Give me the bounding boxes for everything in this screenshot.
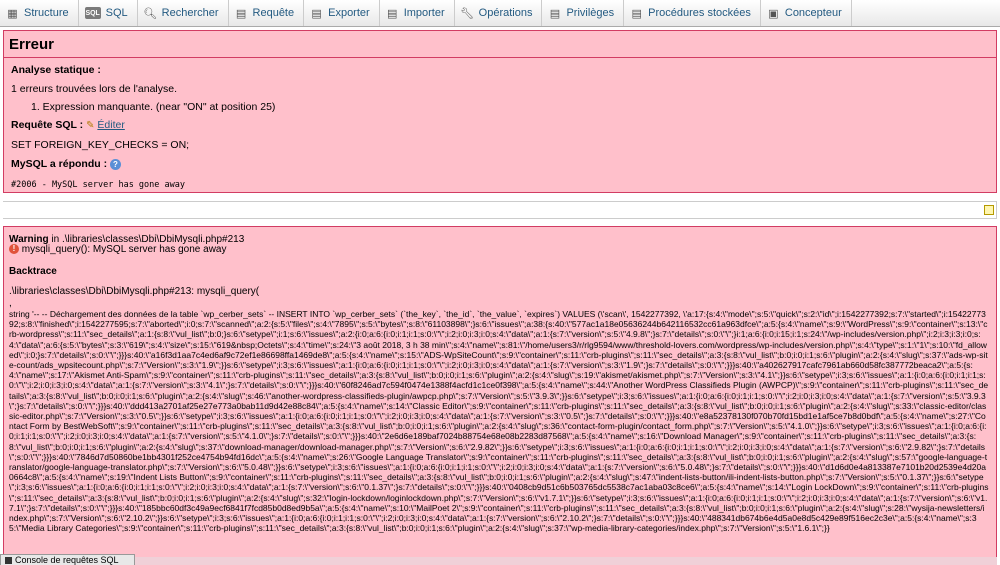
help-icon[interactable]: ? xyxy=(110,158,121,170)
tab-procedures[interactable]: ▤ Procédures stockées xyxy=(624,0,761,26)
tab-label: Importer xyxy=(403,7,445,19)
query-icon: ▤ xyxy=(235,7,247,20)
error-list-item: 1. Expression manquante. (near "ON" at p… xyxy=(31,101,276,113)
mysql-error-code: #2006 - MySQL server has gone away xyxy=(11,180,185,190)
edit-query-link[interactable]: Éditer xyxy=(97,119,124,131)
tab-label: Requête xyxy=(252,7,295,19)
search-icon: 🔍︎ xyxy=(143,7,158,20)
query-edit-strip xyxy=(3,201,997,219)
tab-label: Opérations xyxy=(478,7,533,19)
tab-privileges[interactable]: ▤ Privilèges xyxy=(542,0,625,26)
sql-icon: SQL xyxy=(84,7,101,19)
static-analysis-label: Analyse statique : xyxy=(11,64,101,76)
tab-label: SQL xyxy=(105,7,128,19)
tab-structure[interactable]: ▦ Structure xyxy=(0,0,79,26)
tab-importer[interactable]: ▤ Importer xyxy=(380,0,455,26)
warning-box: Warning in .\libraries\classes\Dbi\DbiMy… xyxy=(3,226,997,565)
note-icon[interactable] xyxy=(984,205,994,215)
table-structure-icon: ▦ xyxy=(7,7,18,20)
mysql-said-row: MySQL a répondu : ? xyxy=(11,158,121,170)
error-icon: ! xyxy=(9,244,19,255)
designer-icon: ▣ xyxy=(768,7,779,20)
tab-requete[interactable]: ▤ Requête xyxy=(229,0,305,26)
pencil-icon: ✎ xyxy=(86,120,95,131)
sql-query-text: SET FOREIGN_KEY_CHECKS = ON; xyxy=(11,139,190,151)
import-icon: ▤ xyxy=(386,7,398,20)
error-box: Erreur Analyse statique : 1 erreurs trou… xyxy=(3,30,997,193)
sql-console-bar[interactable]: Console de requêtes SQL xyxy=(0,554,135,565)
warning-message-row: ! mysqli_query(): MySQL server has gone … xyxy=(9,244,227,255)
routines-icon: ▤ xyxy=(631,7,642,20)
tab-label: Structure xyxy=(24,7,69,19)
mysql-said-label: MySQL a répondu : xyxy=(11,158,108,170)
horizontal-scrollbar[interactable] xyxy=(3,557,997,565)
top-tab-bar: ▦ Structure SQL SQL 🔍︎ Rechercher ▤ Requ… xyxy=(0,0,1000,27)
backtrace-label: Backtrace xyxy=(9,266,57,277)
console-label: Console de requêtes SQL xyxy=(15,555,119,565)
backtrace-string: string '-- -- Déchargement des données d… xyxy=(9,309,989,534)
console-icon xyxy=(5,557,12,565)
backtrace-separator: , xyxy=(9,298,12,309)
tab-rechercher[interactable]: 🔍︎ Rechercher xyxy=(138,0,229,26)
tab-concepteur[interactable]: ▣ Concepteur xyxy=(761,0,852,26)
tab-label: Procédures stockées xyxy=(648,7,751,19)
error-title: Erreur xyxy=(4,31,996,58)
tab-label: Exporter xyxy=(328,7,370,19)
export-icon: ▤ xyxy=(311,7,322,20)
wrench-icon: 🔧︎ xyxy=(460,7,475,20)
tab-sql[interactable]: SQL SQL xyxy=(79,0,138,26)
tab-label: Concepteur xyxy=(784,7,842,19)
backtrace-call: .\libraries\classes\Dbi\DbiMysqli.php#21… xyxy=(9,286,260,297)
tab-exporter[interactable]: ▤ Exporter xyxy=(304,0,380,26)
tab-operations[interactable]: 🔧︎ Opérations xyxy=(455,0,543,26)
sql-query-label: Requête SQL : xyxy=(11,119,84,131)
tab-label: Rechercher xyxy=(161,7,219,19)
errors-found-text: 1 erreurs trouvées lors de l'analyse. xyxy=(11,83,178,95)
tab-label: Privilèges xyxy=(566,7,615,19)
warning-message: mysqli_query(): MySQL server has gone aw… xyxy=(21,244,227,255)
sql-query-row: Requête SQL : ✎ Éditer xyxy=(11,119,125,131)
privileges-icon: ▤ xyxy=(549,7,561,20)
